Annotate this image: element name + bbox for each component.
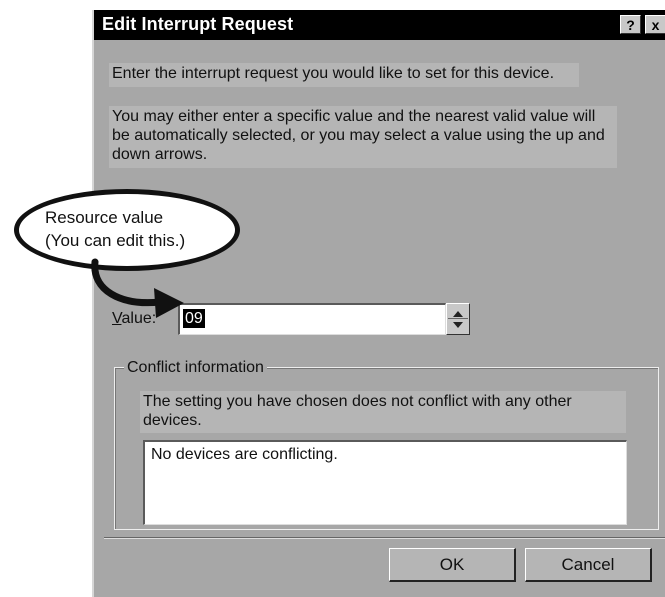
callout-arrow-icon [91, 258, 184, 318]
